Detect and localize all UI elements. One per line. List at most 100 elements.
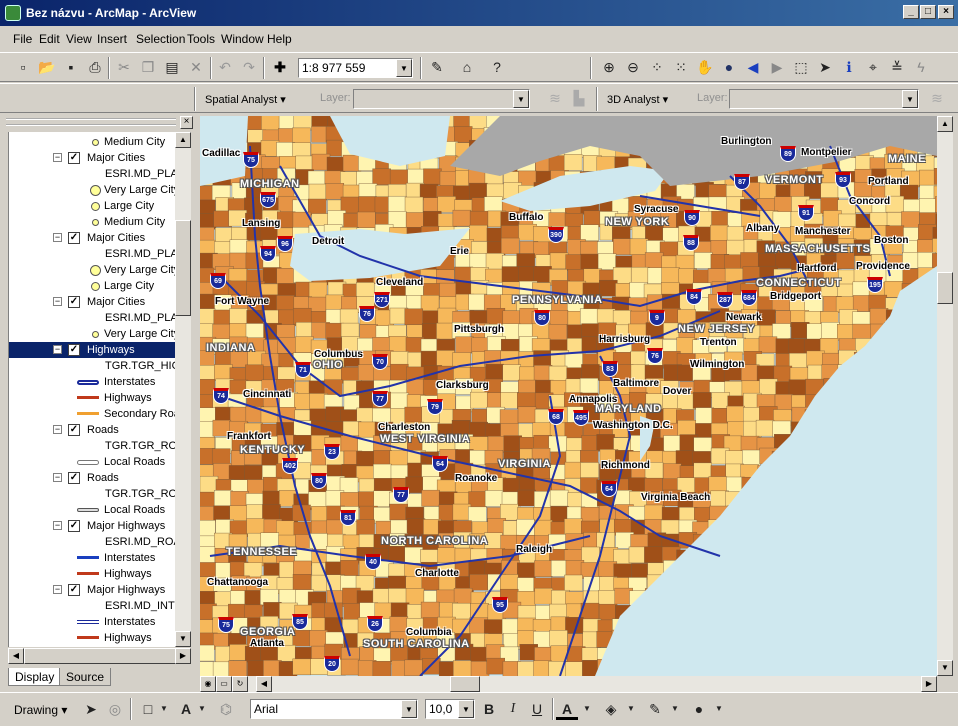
county-polygon[interactable] <box>500 503 519 521</box>
collapse-icon[interactable]: − <box>53 585 62 594</box>
county-polygon[interactable] <box>596 434 615 451</box>
county-polygon[interactable] <box>517 562 536 580</box>
county-polygon[interactable] <box>388 588 407 605</box>
county-polygon[interactable] <box>308 491 327 509</box>
county-polygon[interactable] <box>534 519 553 537</box>
line-symbol-icon[interactable] <box>77 380 99 385</box>
3d-analyst-menu[interactable]: 3D Analyst ▾ <box>607 93 668 106</box>
city-symbol-icon[interactable] <box>89 184 101 196</box>
hyperlink-icon[interactable]: ϟ <box>910 56 932 78</box>
hillshade-icon[interactable]: ▙ <box>568 87 590 109</box>
county-polygon[interactable] <box>580 224 599 241</box>
county-polygon[interactable] <box>662 463 682 480</box>
county-polygon[interactable] <box>580 253 600 271</box>
county-polygon[interactable] <box>564 353 584 370</box>
county-polygon[interactable] <box>710 224 729 242</box>
city-symbol-icon[interactable] <box>91 218 99 226</box>
county-polygon[interactable] <box>613 238 632 255</box>
county-polygon[interactable] <box>837 324 856 341</box>
county-polygon[interactable] <box>404 406 423 424</box>
county-polygon[interactable] <box>292 127 311 145</box>
county-polygon[interactable] <box>263 660 282 676</box>
arctoolbox-icon[interactable]: ⌂ <box>456 56 478 78</box>
print-icon[interactable]: ⎙ <box>84 56 106 78</box>
layer-visibility-checkbox[interactable]: ✓ <box>68 520 80 532</box>
county-polygon[interactable] <box>469 224 488 242</box>
interstate-shield-icon[interactable]: 84 <box>686 289 702 305</box>
county-polygon[interactable] <box>677 420 697 437</box>
county-polygon[interactable] <box>740 435 760 453</box>
county-polygon[interactable] <box>245 364 264 382</box>
fixed-zoom-out-icon[interactable]: ⁙ <box>670 56 692 78</box>
county-polygon[interactable] <box>695 407 714 424</box>
interstate-shield-icon[interactable]: 76 <box>359 306 375 322</box>
county-polygon[interactable] <box>343 603 363 620</box>
collapse-icon[interactable]: − <box>53 345 62 354</box>
chevron-down-icon[interactable]: ▼ <box>191 698 213 720</box>
select-elements-pointer-icon[interactable]: ➤ <box>80 698 102 720</box>
county-polygon[interactable] <box>579 378 599 395</box>
county-polygon[interactable] <box>339 308 359 326</box>
save-icon[interactable]: ▪ <box>60 56 82 78</box>
measure-icon[interactable]: ≚ <box>886 56 908 78</box>
interstate-shield-icon[interactable]: 95 <box>492 597 508 613</box>
interstate-shield-icon[interactable]: 69 <box>210 273 226 289</box>
tab-source[interactable]: Source <box>59 668 112 686</box>
county-polygon[interactable] <box>211 448 231 465</box>
county-polygon[interactable] <box>580 462 599 479</box>
county-polygon[interactable] <box>598 603 618 621</box>
interstate-shield-icon[interactable]: 77 <box>372 391 388 407</box>
county-polygon[interactable] <box>549 252 569 270</box>
county-polygon[interactable] <box>565 661 584 676</box>
toc-layer-row[interactable]: − ✓ Highways <box>9 342 175 358</box>
map-horizontal-scrollbar[interactable]: ◉ ▭ ↻ ◀ ▶ <box>200 676 937 692</box>
chevron-down-icon[interactable]: ▼ <box>396 59 412 77</box>
county-polygon[interactable] <box>388 545 407 563</box>
scroll-thumb[interactable] <box>450 676 480 692</box>
chevron-down-icon[interactable]: ▼ <box>513 90 529 108</box>
marker-color-icon[interactable]: ● <box>688 698 710 720</box>
county-polygon[interactable] <box>759 378 778 396</box>
county-polygon[interactable] <box>468 491 487 508</box>
city-symbol-icon[interactable] <box>90 281 100 291</box>
toc-layer-row[interactable]: − ✓ Major Highways <box>9 582 175 598</box>
county-polygon[interactable] <box>694 252 713 269</box>
county-polygon[interactable] <box>453 588 473 605</box>
county-polygon[interactable] <box>580 477 599 494</box>
fixed-zoom-in-icon[interactable]: ⁘ <box>646 56 668 78</box>
county-polygon[interactable] <box>549 630 568 647</box>
county-polygon[interactable] <box>852 323 871 341</box>
interstate-shield-icon[interactable]: 40 <box>365 554 381 570</box>
line-symbol-icon[interactable] <box>77 620 99 624</box>
interstate-shield-icon[interactable]: 74 <box>213 388 229 404</box>
add-data-icon[interactable]: ✚ <box>269 56 291 78</box>
county-polygon[interactable] <box>583 268 603 285</box>
close-panel-icon[interactable]: × <box>180 116 193 129</box>
county-polygon[interactable] <box>437 547 456 564</box>
menu-view[interactable]: View <box>66 32 92 46</box>
county-polygon[interactable] <box>453 660 472 676</box>
county-polygon[interactable] <box>791 322 810 339</box>
county-polygon[interactable] <box>389 503 408 521</box>
county-polygon[interactable] <box>501 266 521 283</box>
toc-vertical-scrollbar[interactable]: ▲ ▼ <box>175 132 191 647</box>
collapse-icon[interactable]: − <box>53 233 62 242</box>
county-polygon[interactable] <box>324 602 343 620</box>
county-polygon[interactable] <box>340 560 359 577</box>
menu-edit[interactable]: Edit <box>39 32 60 46</box>
county-polygon[interactable] <box>581 546 600 564</box>
county-polygon[interactable] <box>229 406 249 424</box>
county-polygon[interactable] <box>293 307 312 325</box>
county-polygon[interactable] <box>406 378 425 396</box>
county-polygon[interactable] <box>244 465 263 482</box>
rotate-icon[interactable]: ◎ <box>104 698 126 720</box>
drawing-menu[interactable]: Drawing ▾ <box>14 703 67 717</box>
scroll-thumb[interactable] <box>937 272 953 304</box>
toc-layer-row[interactable]: − ✓ Roads <box>9 470 175 486</box>
county-polygon[interactable] <box>676 337 695 354</box>
county-polygon[interactable] <box>276 142 295 159</box>
contour-icon[interactable]: ≋ <box>926 87 948 109</box>
editor-toolbar-icon[interactable]: ✎ <box>426 56 448 78</box>
county-polygon[interactable] <box>755 419 775 437</box>
county-polygon[interactable] <box>740 252 759 269</box>
